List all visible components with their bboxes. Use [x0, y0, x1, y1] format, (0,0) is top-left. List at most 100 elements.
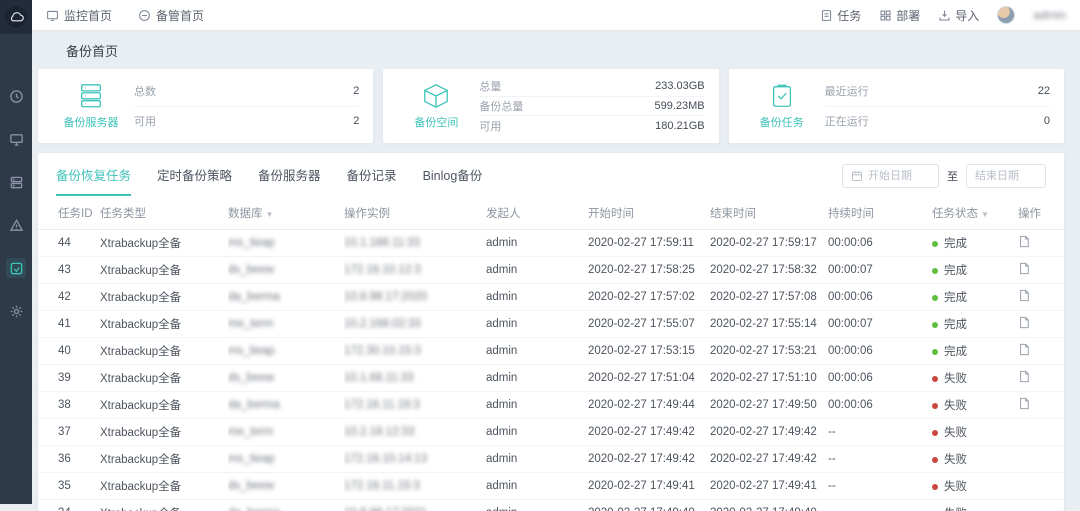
cell-start-time: 2020-02-27 17:59:11 — [588, 230, 710, 257]
backup-icon[interactable] — [6, 258, 26, 278]
log-document-icon[interactable] — [1018, 235, 1030, 251]
status-text: 失败 — [944, 427, 967, 439]
server-stack-icon — [76, 82, 106, 110]
cell-status: 完成 — [932, 230, 1018, 257]
top-tab-backup-mgmt-home[interactable]: 备管首页 — [138, 7, 204, 24]
cell-start-time: 2020-02-27 17:58:25 — [588, 257, 710, 284]
top-tab-monitor-home[interactable]: 监控首页 — [46, 7, 112, 24]
cell-instance: 172.16.10.12:3 — [344, 257, 486, 284]
cell-task-type: Xtrabackup全备 — [100, 230, 228, 257]
instance-redacted: 10.2.18.12:33 — [344, 426, 414, 438]
dashboard-icon[interactable] — [6, 86, 26, 106]
alarm-icon[interactable] — [6, 215, 26, 235]
database-name-redacted: ds_beew — [228, 372, 274, 384]
status-text: 完成 — [944, 265, 967, 277]
cube-icon — [421, 82, 451, 110]
log-document-icon[interactable] — [1018, 397, 1030, 413]
log-document-icon[interactable] — [1018, 343, 1030, 359]
log-document-icon[interactable] — [1018, 316, 1030, 332]
cell-database: ms_tieap — [228, 338, 344, 365]
card-stats: 最近运行22正在运行0 — [825, 77, 1050, 135]
table-row: 40Xtrabackup全备ms_tieap172.30.10.15:3admi… — [38, 338, 1064, 365]
card-backup-servers: 备份服务器 总数2可用2 — [38, 69, 373, 143]
cell-instance: 172.16.11.15:3 — [344, 473, 486, 500]
import-label: 导入 — [955, 7, 979, 24]
cell-initiator: admin — [486, 311, 588, 338]
tasks-label: 任务 — [837, 7, 861, 24]
cell-initiator: admin — [486, 230, 588, 257]
cell-instance: 10.2.168.02:33 — [344, 311, 486, 338]
import-button[interactable]: 导入 — [938, 7, 979, 24]
settings-icon[interactable] — [6, 301, 26, 321]
date-filter: 至 — [842, 164, 1046, 188]
end-date-input-box[interactable] — [966, 164, 1046, 188]
cell-duration: -- — [828, 446, 932, 473]
instance-redacted: 10.1.68.11:33 — [344, 372, 414, 384]
log-document-icon[interactable] — [1018, 289, 1030, 305]
instance-redacted: 172.30.10.15:3 — [344, 345, 421, 357]
cell-task-id: 44 — [38, 230, 100, 257]
stat-row: 总量233.03GB — [479, 77, 704, 97]
cell-task-id: 34 — [38, 500, 100, 511]
username[interactable]: admin — [1033, 8, 1066, 22]
column-header: 任务类型 — [100, 197, 228, 230]
status-dot-icon — [932, 403, 938, 409]
cell-start-time: 2020-02-27 17:49:42 — [588, 419, 710, 446]
instance-redacted: 10.1.168.11:33 — [344, 237, 420, 249]
cell-initiator: admin — [486, 419, 588, 446]
card-icon-block: 备份任务 — [739, 77, 825, 135]
cell-task-id: 35 — [38, 473, 100, 500]
table-row: 43Xtrabackup全备ds_beew172.16.10.12:3admin… — [38, 257, 1064, 284]
cell-initiator: admin — [486, 392, 588, 419]
sidebar — [0, 0, 32, 504]
user-avatar[interactable] — [997, 6, 1015, 24]
table-row: 42Xtrabackup全备da_berma10.8.98.17:2020adm… — [38, 284, 1064, 311]
cell-duration: 00:00:06 — [828, 230, 932, 257]
calendar-icon — [851, 170, 863, 182]
end-date-input[interactable] — [975, 170, 1037, 182]
column-header: 操作 — [1018, 197, 1064, 230]
table-body: 44Xtrabackup全备ms_tieap10.1.168.11:33admi… — [38, 230, 1064, 511]
hosts-icon[interactable] — [6, 172, 26, 192]
column-header: 持续时间 — [828, 197, 932, 230]
status-dot-icon — [932, 241, 938, 247]
deploy-icon — [879, 9, 892, 22]
panel-tab-4[interactable]: Binlog备份 — [423, 165, 483, 196]
start-date-input[interactable] — [868, 170, 930, 182]
cell-status: 完成 — [932, 338, 1018, 365]
log-document-icon[interactable] — [1018, 262, 1030, 278]
status-dot-icon — [932, 268, 938, 274]
cell-operation — [1018, 311, 1064, 338]
cell-instance: 172.30.10.15:3 — [344, 338, 486, 365]
start-date-input-box[interactable] — [842, 164, 939, 188]
status-dot-icon — [932, 322, 938, 328]
cell-status: 失败 — [932, 419, 1018, 446]
status-text: 完成 — [944, 238, 967, 250]
stat-value: 0 — [1044, 115, 1050, 127]
cell-duration: 00:00:07 — [828, 311, 932, 338]
stat-label: 总数 — [134, 83, 156, 99]
deploy-button[interactable]: 部署 — [879, 7, 920, 24]
cell-instance: 10.8.98.17:2020 — [344, 284, 486, 311]
stat-value: 233.03GB — [655, 80, 705, 92]
panel-tab-2[interactable]: 备份服务器 — [258, 165, 321, 196]
status-dot-icon — [932, 376, 938, 382]
cell-task-id: 43 — [38, 257, 100, 284]
cell-duration: 00:00:06 — [828, 365, 932, 392]
database-name-redacted: me_term — [228, 318, 273, 330]
cell-task-id: 36 — [38, 446, 100, 473]
cell-task-type: Xtrabackup全备 — [100, 500, 228, 511]
monitor-icon[interactable] — [6, 129, 26, 149]
tasks-button[interactable]: 任务 — [820, 7, 861, 24]
stat-row: 总数2 — [134, 77, 359, 107]
filter-icon[interactable]: ▼ — [981, 210, 989, 219]
log-document-icon[interactable] — [1018, 370, 1030, 386]
cell-instance: 172.16.11.16:3 — [344, 392, 486, 419]
app-logo[interactable] — [0, 0, 32, 34]
column-header: 任务状态▼ — [932, 197, 1018, 230]
cell-operation — [1018, 230, 1064, 257]
panel-tab-0[interactable]: 备份恢复任务 — [56, 165, 131, 196]
filter-icon[interactable]: ▼ — [266, 210, 274, 219]
panel-tab-3[interactable]: 备份记录 — [347, 165, 397, 196]
panel-tab-1[interactable]: 定时备份策略 — [157, 165, 232, 196]
